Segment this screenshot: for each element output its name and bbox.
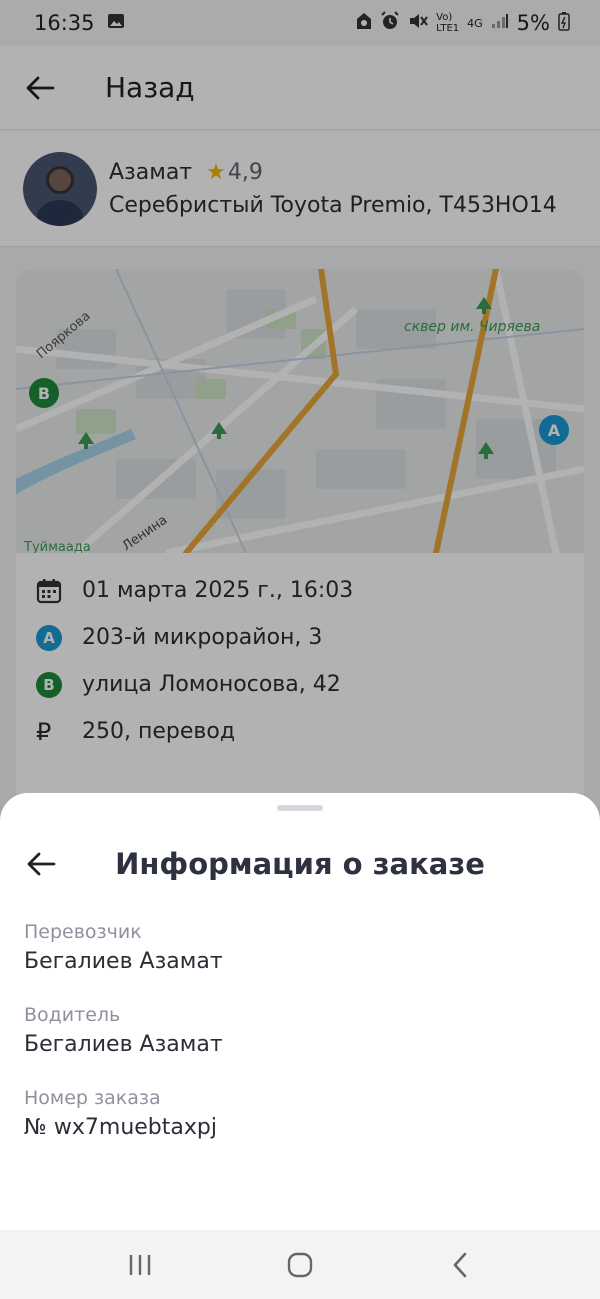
system-back-button[interactable]: [430, 1235, 490, 1295]
system-nav-bar: [0, 1230, 600, 1299]
order-number-value[interactable]: № wx7muebtaxpj: [24, 1115, 217, 1140]
sheet-drag-handle[interactable]: [277, 805, 323, 811]
sheet-header: Информация о заказе: [0, 829, 600, 899]
sheet-back-button[interactable]: [16, 835, 66, 893]
carrier-value: Бегалиев Азамат: [24, 949, 223, 974]
chevron-left-icon: [453, 1252, 467, 1277]
home-button[interactable]: [270, 1235, 330, 1295]
recent-apps-icon: [129, 1254, 151, 1275]
arrow-left-icon: [27, 852, 56, 876]
recent-apps-button[interactable]: [110, 1235, 170, 1295]
driver-value: Бегалиев Азамат: [24, 1032, 223, 1057]
sheet-title: Информация о заказе: [115, 847, 485, 881]
driver-field: Водитель Бегалиев Азамат: [24, 1004, 223, 1057]
home-circle-icon: [287, 1252, 313, 1277]
order-number-field: Номер заказа № wx7muebtaxpj: [24, 1087, 217, 1140]
driver-label: Водитель: [24, 1004, 121, 1026]
order-number-label: Номер заказа: [24, 1087, 161, 1109]
carrier-field: Перевозчик Бегалиев Азамат: [24, 921, 223, 974]
carrier-label: Перевозчик: [24, 921, 142, 943]
order-info-sheet: Информация о заказе Перевозчик Бегалиев …: [0, 793, 600, 1230]
